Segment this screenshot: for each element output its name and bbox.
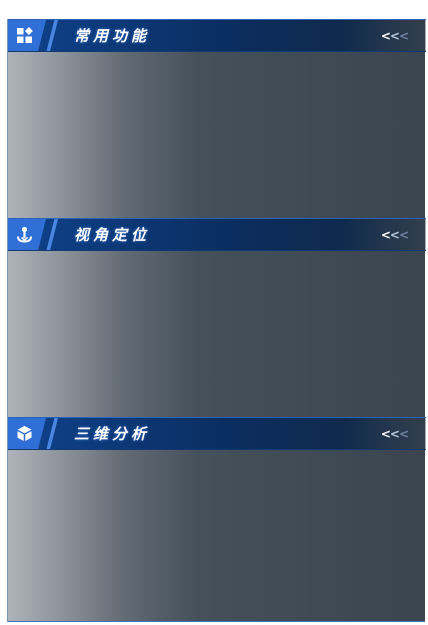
- chevron-left-icon: <: [380, 427, 391, 441]
- header-slash-divider: [46, 219, 58, 250]
- chevron-left-icon: <: [389, 228, 400, 242]
- section-icon-badge: [8, 418, 46, 449]
- section-content: [8, 251, 426, 417]
- section-header[interactable]: 视角定位 < < <: [8, 218, 426, 251]
- section-title: 视角定位: [74, 226, 151, 244]
- header-slash-divider: [46, 418, 58, 449]
- collapse-toggle[interactable]: < < <: [380, 27, 409, 45]
- section-header[interactable]: 三维分析 < < <: [8, 417, 426, 450]
- section-view-positioning: 视角定位 < < <: [8, 218, 426, 417]
- collapse-toggle[interactable]: < < <: [380, 226, 409, 244]
- section-icon-badge: [8, 219, 46, 250]
- cube-icon: [16, 425, 33, 442]
- chevron-left-icon: <: [398, 228, 409, 242]
- location-pin-icon: [16, 226, 33, 243]
- chevron-left-icon: <: [389, 427, 400, 441]
- section-content: [8, 450, 426, 616]
- side-panel: 常用功能 < < < 视角定位 < < < 三维分析 < < <: [7, 19, 426, 622]
- chevron-left-icon: <: [380, 29, 391, 43]
- chevron-left-icon: <: [398, 29, 409, 43]
- chevron-left-icon: <: [389, 29, 400, 43]
- section-common-functions: 常用功能 < < <: [8, 19, 426, 218]
- header-slash-divider: [46, 20, 58, 51]
- section-title: 常用功能: [74, 27, 151, 45]
- section-header[interactable]: 常用功能 < < <: [8, 19, 426, 52]
- collapse-toggle[interactable]: < < <: [380, 425, 409, 443]
- section-3d-analysis: 三维分析 < < <: [8, 417, 426, 616]
- section-title: 三维分析: [74, 425, 151, 443]
- section-icon-badge: [8, 20, 46, 51]
- section-content: [8, 52, 426, 218]
- apps-grid-icon: [16, 27, 33, 44]
- chevron-left-icon: <: [380, 228, 391, 242]
- chevron-left-icon: <: [398, 427, 409, 441]
